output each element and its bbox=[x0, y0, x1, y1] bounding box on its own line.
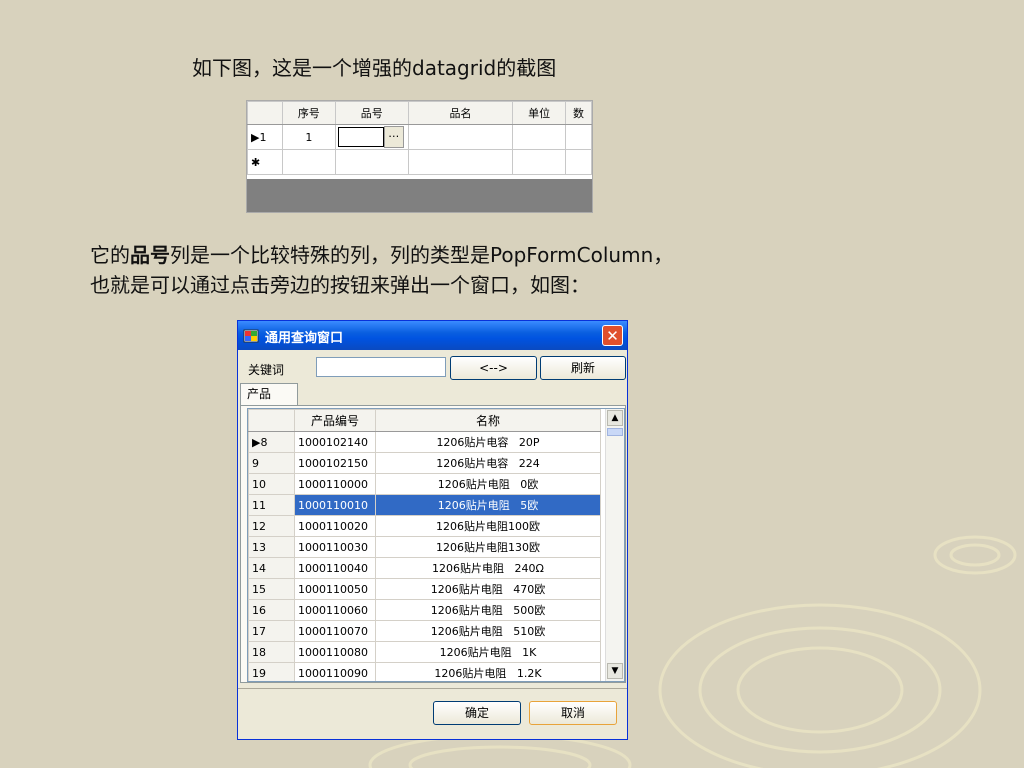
product-code-cell[interactable]: 1000102150 bbox=[294, 452, 376, 474]
product-row[interactable]: 10 1000110000 1206贴片电阻 0欧 bbox=[248, 473, 601, 495]
product-row[interactable]: 19 1000110090 1206贴片电阻 1.2K bbox=[248, 662, 601, 681]
header-product-code[interactable]: 产品编号 bbox=[294, 409, 376, 432]
product-code-cell[interactable]: 1000110000 bbox=[294, 473, 376, 495]
dialog-titlebar[interactable]: 通用查询窗口 ✕ bbox=[238, 321, 627, 350]
seq-cell[interactable]: 1 bbox=[281, 124, 336, 150]
datagrid-row[interactable]: ▶1 1 … bbox=[247, 124, 592, 150]
header-product-name[interactable]: 名称 bbox=[375, 409, 601, 432]
tab-panel: 产品编号 名称 ▶8 1000102140 1206贴片电容 20P 9 1000102… bbox=[240, 405, 626, 683]
product-name-cell[interactable]: 1206贴片电阻 510欧 bbox=[375, 620, 601, 642]
product-row[interactable]: 18 1000110080 1206贴片电阻 1K bbox=[248, 641, 601, 663]
product-code-cell[interactable]: 1000110050 bbox=[294, 578, 376, 600]
product-code-cell[interactable]: 1000110020 bbox=[294, 515, 376, 537]
vertical-scrollbar[interactable]: ▲ ▼ bbox=[605, 409, 624, 681]
query-dialog: 通用查询窗口 ✕ 关键词 <--> 刷新 产品 产品编号 名称 ▶8 100010… bbox=[237, 320, 628, 740]
ok-button[interactable]: 确定 bbox=[433, 701, 521, 725]
new-row-indicator: ✱ bbox=[247, 149, 283, 175]
row-header: 12 bbox=[248, 515, 295, 537]
app-window-icon bbox=[243, 329, 259, 343]
slide-caption-1: 如下图，这是一个增强的datagrid的截图 bbox=[192, 56, 557, 80]
item-code-editor[interactable] bbox=[337, 127, 384, 147]
scroll-thumb[interactable] bbox=[607, 428, 623, 436]
product-name-cell[interactable]: 1206贴片电容 20P bbox=[375, 431, 601, 453]
dialog-footer: 确定 取消 bbox=[238, 688, 627, 739]
product-name-cell[interactable]: 1206贴片电阻100欧 bbox=[375, 515, 601, 537]
row-header: 10 bbox=[248, 473, 295, 495]
cancel-button[interactable]: 取消 bbox=[529, 701, 617, 725]
product-row[interactable]: 17 1000110070 1206贴片电阻 510欧 bbox=[248, 620, 601, 642]
product-name-cell[interactable]: 1206贴片电阻 5欧 bbox=[375, 494, 601, 516]
datagrid-header-row: 序号 品号 品名 单位 数 bbox=[247, 101, 592, 125]
datagrid-screenshot: 序号 品号 品名 单位 数 ▶1 1 … ✱ bbox=[246, 100, 593, 213]
product-row[interactable]: 9 1000102150 1206贴片电容 224 bbox=[248, 452, 601, 474]
product-name-cell[interactable]: 1206贴片电容 224 bbox=[375, 452, 601, 474]
product-name-cell[interactable]: 1206贴片电阻 1.2K bbox=[375, 662, 601, 681]
keyword-input[interactable] bbox=[316, 357, 446, 377]
caption-2-post: 列是一个比较特殊的列，列的类型是PopFormColumn， bbox=[170, 243, 674, 267]
header-item-code[interactable]: 品号 bbox=[334, 101, 409, 125]
row-header: 15 bbox=[248, 578, 295, 600]
header-unit[interactable]: 单位 bbox=[512, 101, 567, 125]
caption-2-pre: 它的 bbox=[90, 243, 130, 267]
row-header: 13 bbox=[248, 536, 295, 558]
product-code-cell[interactable]: 1000110040 bbox=[294, 557, 376, 579]
product-grid: 产品编号 名称 ▶8 1000102140 1206贴片电容 20P 9 1000102… bbox=[247, 408, 625, 682]
scroll-up-arrow-icon[interactable]: ▲ bbox=[607, 410, 623, 426]
product-name-cell[interactable]: 1206贴片电阻 1K bbox=[375, 641, 601, 663]
slide-caption-2: 它的品号列是一个比较特殊的列，列的类型是PopFormColumn， bbox=[90, 240, 673, 270]
caption-2-bold: 品号 bbox=[130, 243, 170, 267]
row-header: 14 bbox=[248, 557, 295, 579]
product-code-cell[interactable]: 1000110060 bbox=[294, 599, 376, 621]
grid-corner bbox=[248, 409, 295, 432]
row-header: 17 bbox=[248, 620, 295, 642]
product-name-cell[interactable]: 1206贴片电阻 0欧 bbox=[375, 473, 601, 495]
refresh-button[interactable]: 刷新 bbox=[540, 356, 626, 380]
header-quantity[interactable]: 数 bbox=[565, 101, 592, 125]
row-header: 19 bbox=[248, 662, 295, 681]
quantity-cell[interactable] bbox=[565, 124, 592, 150]
header-corner bbox=[247, 101, 283, 125]
product-name-cell[interactable]: 1206贴片电阻 470欧 bbox=[375, 578, 601, 600]
unit-cell[interactable] bbox=[512, 124, 567, 150]
product-row[interactable]: 11 1000110010 1206贴片电阻 5欧 bbox=[248, 494, 601, 516]
tab-products[interactable]: 产品 bbox=[240, 383, 298, 405]
product-row[interactable]: 14 1000110040 1206贴片电阻 240Ω bbox=[248, 557, 601, 579]
slide-caption-3: 也就是可以通过点击旁边的按钮来弹出一个窗口，如图： bbox=[90, 273, 590, 297]
product-code-cell[interactable]: 1000110090 bbox=[294, 662, 376, 681]
header-item-name[interactable]: 品名 bbox=[407, 101, 514, 125]
keyword-label: 关键词 bbox=[248, 363, 285, 377]
product-code-cell[interactable]: 1000110080 bbox=[294, 641, 376, 663]
popup-ellipsis-button[interactable]: … bbox=[383, 126, 404, 148]
datagrid-new-row[interactable]: ✱ bbox=[247, 149, 592, 175]
product-code-cell[interactable]: 1000102140 bbox=[294, 431, 376, 453]
row-header: 11 bbox=[248, 494, 295, 516]
product-grid-header: 产品编号 名称 bbox=[248, 409, 601, 432]
row-header: 9 bbox=[248, 452, 295, 474]
product-row[interactable]: 12 1000110020 1206贴片电阻100欧 bbox=[248, 515, 601, 537]
product-row[interactable]: 13 1000110030 1206贴片电阻130欧 bbox=[248, 536, 601, 558]
row-header: 16 bbox=[248, 599, 295, 621]
header-seq[interactable]: 序号 bbox=[281, 101, 336, 125]
product-row[interactable]: 16 1000110060 1206贴片电阻 500欧 bbox=[248, 599, 601, 621]
product-code-cell[interactable]: 1000110010 bbox=[294, 494, 376, 516]
datagrid-empty-area bbox=[247, 179, 592, 212]
product-name-cell[interactable]: 1206贴片电阻 240Ω bbox=[375, 557, 601, 579]
dialog-title: 通用查询窗口 bbox=[265, 331, 344, 346]
product-code-cell[interactable]: 1000110070 bbox=[294, 620, 376, 642]
item-name-cell[interactable] bbox=[407, 124, 514, 150]
row-header: 18 bbox=[248, 641, 295, 663]
close-button[interactable]: ✕ bbox=[602, 325, 623, 346]
product-code-cell[interactable]: 1000110030 bbox=[294, 536, 376, 558]
row-header: ▶8 bbox=[248, 431, 295, 453]
product-name-cell[interactable]: 1206贴片电阻 500欧 bbox=[375, 599, 601, 621]
product-row[interactable]: ▶8 1000102140 1206贴片电容 20P bbox=[248, 431, 601, 453]
nav-button[interactable]: <--> bbox=[450, 356, 537, 380]
product-name-cell[interactable]: 1206贴片电阻130欧 bbox=[375, 536, 601, 558]
scroll-down-arrow-icon[interactable]: ▼ bbox=[607, 663, 623, 679]
product-row[interactable]: 15 1000110050 1206贴片电阻 470欧 bbox=[248, 578, 601, 600]
row-indicator: ▶1 bbox=[247, 124, 283, 150]
